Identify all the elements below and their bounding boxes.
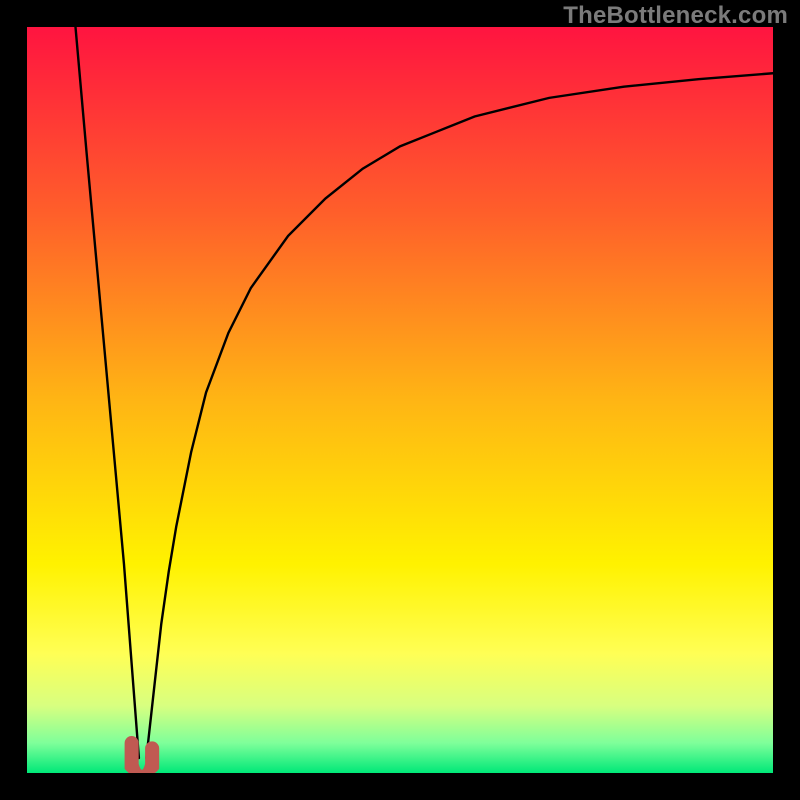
watermark-text: TheBottleneck.com: [563, 2, 788, 30]
gradient-background: [27, 27, 773, 773]
chart-frame: { "watermark": "TheBottleneck.com", "cha…: [0, 0, 800, 800]
bottleneck-chart: [0, 0, 800, 800]
